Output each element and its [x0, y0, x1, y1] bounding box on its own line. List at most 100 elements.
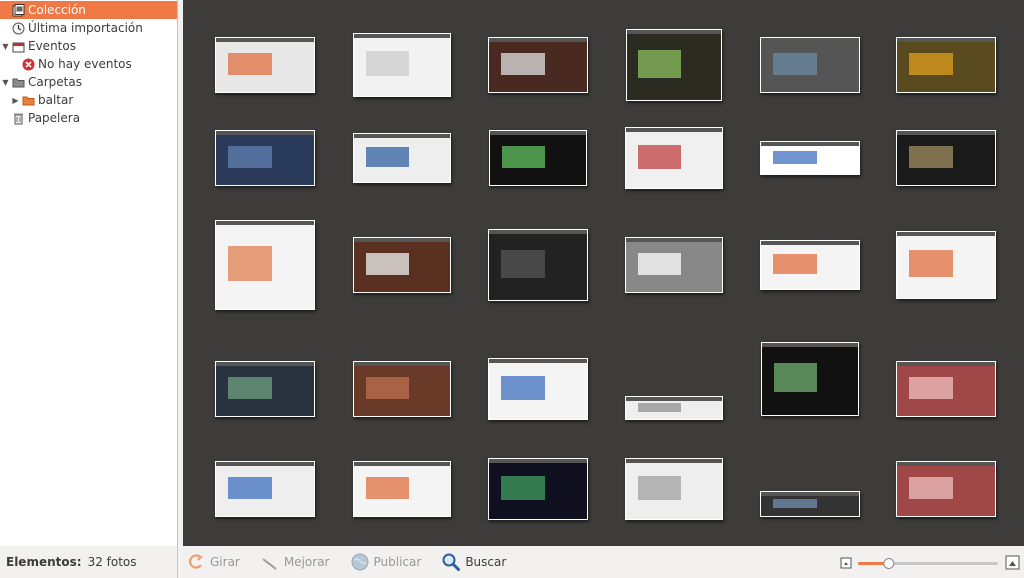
folder-icon — [22, 96, 35, 105]
thumbnail-titlebar — [897, 232, 995, 236]
thumbnail-titlebar — [626, 397, 722, 401]
clock-icon — [12, 22, 25, 34]
photo-thumbnail[interactable] — [625, 396, 723, 420]
search-icon — [442, 553, 461, 571]
publish-button[interactable]: Publicar — [350, 550, 422, 574]
photo-thumbnail[interactable] — [896, 231, 996, 299]
sidebar-item-label: Eventos — [28, 39, 76, 53]
thumbnail-content — [500, 375, 545, 400]
photo-thumbnail[interactable] — [215, 361, 315, 417]
toolbar: Girar Mejorar Publicar Buscar — [178, 546, 1024, 578]
trash-icon — [14, 113, 23, 124]
photo-thumbnail[interactable] — [896, 130, 996, 186]
sidebar-item-collection[interactable]: Colección — [0, 1, 177, 19]
photo-thumbnail[interactable] — [896, 37, 996, 93]
thumbnail-content — [365, 477, 409, 499]
thumbnail-content — [227, 377, 272, 399]
globe-icon — [351, 553, 368, 571]
thumbnail-titlebar — [897, 38, 995, 42]
photo-thumbnail[interactable] — [353, 33, 451, 97]
thumbnail-titlebar — [354, 34, 450, 38]
thumbnail-content — [500, 53, 545, 75]
photo-grid[interactable] — [183, 0, 1024, 546]
thumbnail-titlebar — [489, 359, 587, 363]
photo-thumbnail[interactable] — [488, 458, 588, 520]
expander-expanded-icon[interactable]: ▼ — [1, 78, 10, 87]
expander-expanded-icon[interactable]: ▼ — [1, 42, 10, 51]
photo-thumbnail[interactable] — [626, 29, 722, 101]
photo-thumbnail[interactable] — [489, 130, 587, 186]
enhance-label: Mejorar — [283, 555, 330, 569]
photo-thumbnail[interactable] — [353, 237, 451, 293]
thumbnail-content — [772, 254, 817, 274]
zoom-slider-handle[interactable] — [883, 558, 895, 569]
enhance-button[interactable]: Mejorar — [260, 550, 330, 574]
sidebar-item-label: Papelera — [28, 111, 81, 125]
thumbnail-titlebar — [626, 238, 722, 242]
photo-thumbnail[interactable] — [896, 361, 996, 417]
photo-thumbnail[interactable] — [760, 141, 860, 175]
thumbnail-content — [772, 498, 817, 509]
photo-thumbnail[interactable] — [488, 358, 588, 420]
sidebar-item-last-import[interactable]: Última importación — [0, 19, 177, 37]
photo-thumbnail[interactable] — [760, 37, 860, 93]
photo-thumbnail[interactable] — [761, 342, 859, 416]
sidebar-item-folders[interactable]: ▼ Carpetas — [0, 73, 177, 91]
thumbnail-titlebar — [762, 343, 858, 347]
sidebar-item-events[interactable]: ▼ Eventos — [0, 37, 177, 55]
thumbnail-content — [227, 146, 272, 168]
photo-thumbnail[interactable] — [488, 229, 588, 301]
sidebar-item-baltar[interactable]: ▶ baltar — [0, 91, 177, 109]
thumbnail-titlebar — [761, 241, 859, 245]
expander-collapsed-icon[interactable]: ▶ — [11, 96, 20, 105]
sidebar-item-trash[interactable]: Papelera — [0, 109, 177, 127]
rotate-icon — [189, 554, 203, 569]
thumbnail-content — [501, 146, 545, 168]
thumbnail-content — [365, 51, 409, 77]
photo-thumbnail[interactable] — [215, 37, 315, 93]
photo-thumbnail[interactable] — [625, 458, 723, 520]
thumbnail-titlebar — [216, 462, 314, 466]
thumbnail-titlebar — [490, 131, 586, 135]
photo-thumbnail[interactable] — [215, 220, 315, 310]
thumbnail-content — [365, 377, 409, 399]
thumbnail-content — [638, 49, 681, 78]
status-count: 32 fotos — [87, 555, 137, 569]
zoom-control — [840, 555, 1020, 571]
thumbnail-content — [227, 53, 272, 75]
publish-label: Publicar — [373, 555, 422, 569]
photo-thumbnail[interactable] — [488, 37, 588, 93]
thumbnail-content — [227, 245, 272, 281]
sidebar-item-no-events[interactable]: No hay eventos — [0, 55, 177, 73]
thumbnail-titlebar — [354, 462, 450, 466]
thumbnail-titlebar — [354, 362, 450, 366]
photo-thumbnail[interactable] — [215, 130, 315, 186]
zoom-out-icon[interactable] — [840, 557, 852, 569]
search-button[interactable]: Buscar — [441, 550, 506, 574]
thumbnail-content — [637, 253, 681, 275]
library-icon — [12, 3, 25, 16]
thumbnail-titlebar — [216, 362, 314, 366]
photo-thumbnail[interactable] — [625, 237, 723, 293]
thumbnail-titlebar — [489, 38, 587, 42]
thumbnail-titlebar — [761, 38, 859, 42]
photo-thumbnail[interactable] — [760, 240, 860, 290]
photo-thumbnail[interactable] — [353, 361, 451, 417]
thumbnail-content — [772, 150, 817, 164]
photo-thumbnail[interactable] — [896, 461, 996, 517]
thumbnail-titlebar — [761, 142, 859, 146]
zoom-in-icon[interactable] — [1005, 555, 1020, 570]
photo-thumbnail[interactable] — [353, 133, 451, 183]
photo-thumbnail[interactable] — [760, 491, 860, 517]
thumbnail-content — [365, 253, 409, 275]
photo-thumbnail[interactable] — [215, 461, 315, 517]
sidebar-item-label: Carpetas — [28, 75, 82, 89]
thumbnail-titlebar — [216, 131, 314, 135]
thumbnail-titlebar — [626, 459, 722, 463]
rotate-button[interactable]: Girar — [186, 550, 240, 574]
thumbnail-titlebar — [354, 238, 450, 242]
thumbnail-content — [908, 250, 953, 277]
photo-thumbnail[interactable] — [625, 127, 723, 189]
photo-thumbnail[interactable] — [353, 461, 451, 517]
thumbnail-content — [500, 475, 545, 500]
